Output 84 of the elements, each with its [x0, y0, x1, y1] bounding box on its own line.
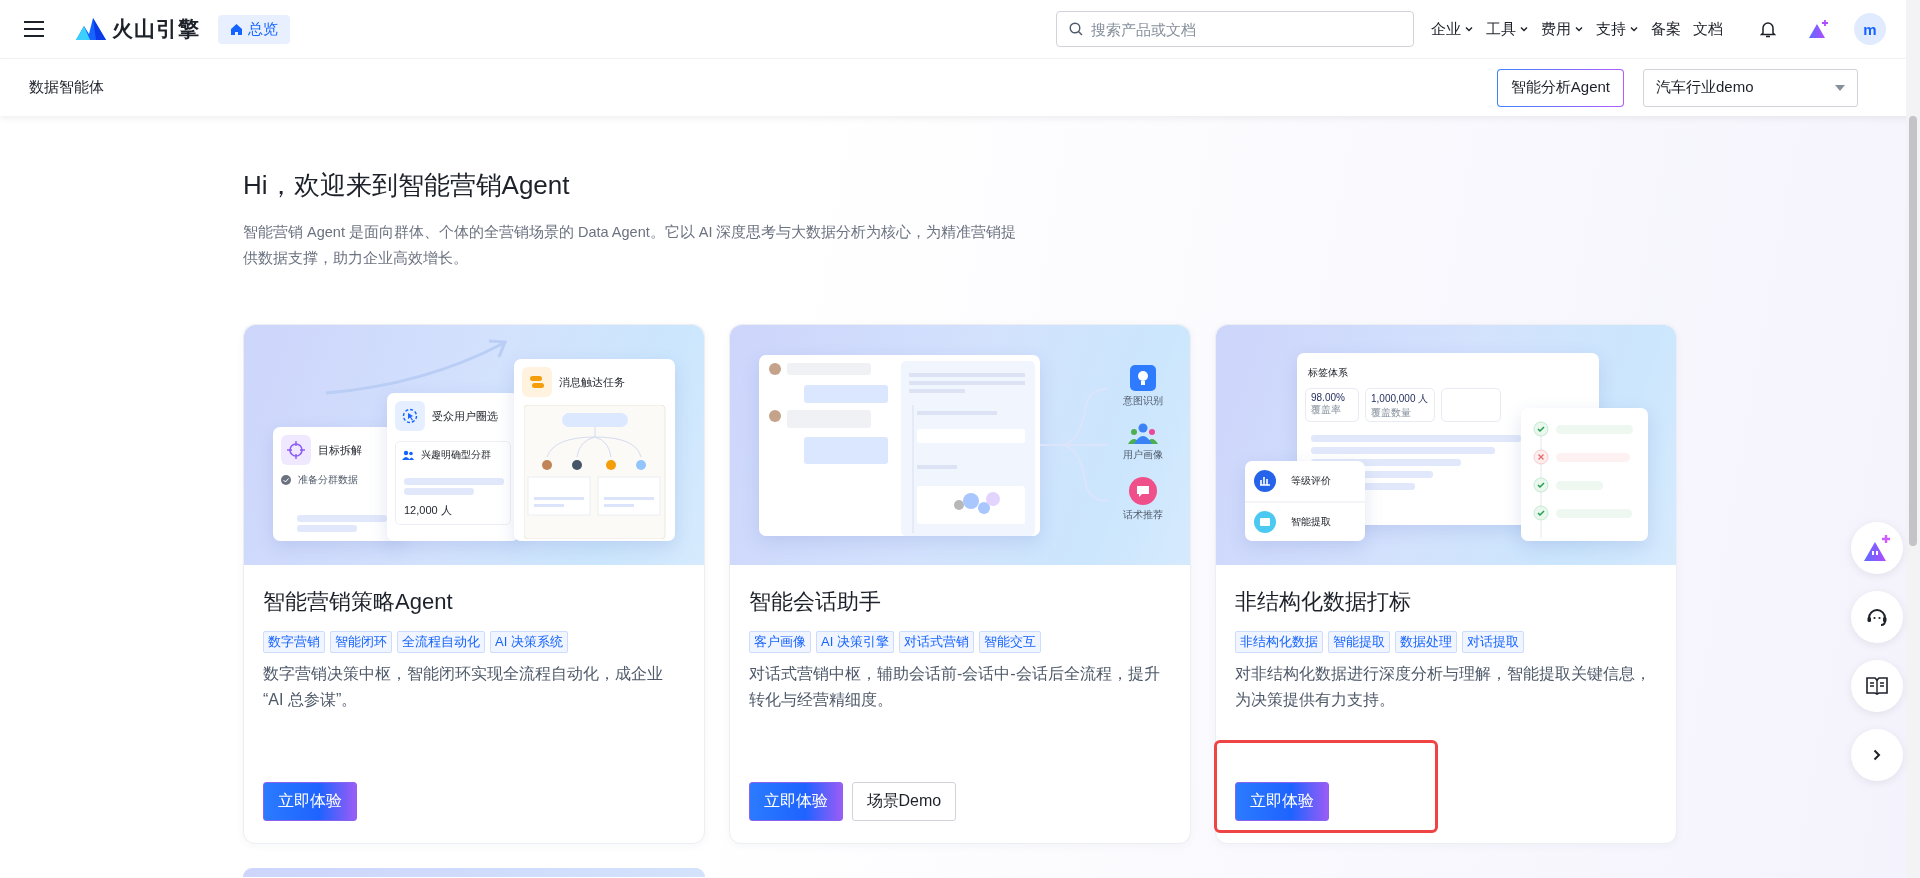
user-avatar[interactable]: m: [1854, 13, 1886, 45]
demo-button[interactable]: 场景Demo: [851, 781, 957, 821]
caret-icon: [1464, 24, 1474, 34]
card-title: 非结构化数据打标: [1235, 588, 1412, 616]
illustration-label: 兴趣明确型分群: [421, 448, 491, 462]
illustration-label: 1,000,000 人: [1371, 392, 1429, 406]
illustration-label: 用户画像: [1123, 448, 1163, 462]
menu-icon: [24, 21, 44, 37]
chevron-right-icon: [1873, 749, 1881, 761]
assistant-button[interactable]: [1851, 522, 1903, 574]
nav-menu-item[interactable]: 工具: [1481, 15, 1534, 43]
mountain-sparkle-icon: [1862, 534, 1892, 562]
tag: AI 决策系统: [490, 631, 568, 653]
caret-icon: [1629, 24, 1639, 34]
intro-text: 智能营销 Agent 是面向群体、个体的全营销场景的 Data Agent。它以 AI 深度思考与大数据分析为核心，为精准营销提供数据支撑，助力企业高效增长。: [243, 223, 1018, 268]
nav-menu-item[interactable]: 备案: [1646, 15, 1686, 43]
bar-chart-icon: [1254, 470, 1276, 492]
illustration-label: 覆盖率: [1311, 403, 1342, 417]
illustration-label: 标签体系: [1308, 366, 1349, 380]
placeholder-bar: [297, 525, 357, 532]
nav-menu-item[interactable]: 支持: [1591, 15, 1644, 43]
card-description: 对话式营销中枢，辅助会话前-会话中-会话后全流程，提升转化与经营精细度。: [749, 664, 1161, 710]
tag: 对话提取: [1462, 631, 1524, 653]
welcome-heading: Hi，欢迎来到智能营销Agent: [243, 169, 571, 202]
illustration-label: 消息触达任务: [559, 374, 625, 390]
mountain-logo-icon: [76, 18, 106, 40]
headset-icon: [1866, 606, 1888, 628]
dropdown-arrow-icon: [1835, 84, 1845, 91]
scrollbar-thumb[interactable]: [1909, 116, 1917, 546]
chat-bubble-icon: [1129, 477, 1157, 505]
tag: 智能闭环: [330, 631, 392, 653]
tag: AI 决策引擎: [816, 631, 894, 653]
tag: 客户画像: [749, 631, 811, 653]
target-icon: [287, 441, 305, 459]
logo-text: 火山引擎: [112, 16, 200, 42]
users-icon: [402, 450, 414, 460]
caret-icon: [1519, 24, 1529, 34]
search-icon: [1069, 22, 1083, 36]
illustration-label: 98.00%: [1311, 392, 1346, 403]
illustration-label: 准备分群数据: [298, 473, 358, 487]
tag: 智能提取: [1328, 631, 1390, 653]
users-icon: [1128, 423, 1158, 445]
card-title: 智能会话助手: [749, 588, 882, 616]
home-tab[interactable]: 总览: [218, 14, 290, 44]
mountain-sparkle-icon: [1808, 19, 1830, 39]
try-now-button[interactable]: 立即体验: [748, 781, 843, 821]
illustration-label: 覆盖数量: [1371, 406, 1412, 420]
tag: 数字营销: [263, 631, 325, 653]
illustration-label: 受众用户圈选: [432, 408, 498, 424]
search-field[interactable]: 搜索产品或文档: [1056, 11, 1414, 47]
nav-menu-item[interactable]: 企业: [1426, 15, 1479, 43]
card-title: 智能营销策略Agent: [263, 588, 454, 616]
support-button[interactable]: [1851, 591, 1903, 643]
tag: 智能交互: [978, 631, 1041, 653]
tag: 全流程自动化: [397, 631, 485, 653]
tag: 数据处理: [1395, 631, 1457, 653]
placeholder-bar: [404, 488, 474, 495]
try-now-button[interactable]: 立即体验: [1234, 781, 1329, 821]
try-now-button[interactable]: 立即体验: [262, 781, 357, 821]
bell-icon: [1760, 20, 1776, 38]
card-description: 对非结构化数据进行深度分析与理解，智能提取关键信息，为决策提供有力支持。: [1235, 664, 1652, 710]
agent-switch-button[interactable]: 智能分析Agent: [1496, 68, 1624, 107]
cursor-icon: [402, 408, 418, 424]
book-icon: [1866, 677, 1888, 695]
illustration-label: 意图识别: [1123, 394, 1163, 408]
illustration-label: 等级评价: [1291, 474, 1331, 488]
check-circle-icon: [281, 475, 291, 485]
card-description: 数字营销决策中枢，智能闭环实现全流程自动化，成企业 “AI 总参谋”。: [263, 664, 664, 710]
nav-menu-item[interactable]: 文档: [1688, 15, 1728, 43]
home-icon: [230, 22, 243, 36]
industry-select[interactable]: 汽车行业demo: [1643, 68, 1858, 107]
page-title: 数据智能体: [29, 78, 105, 97]
tag: 非结构化数据: [1235, 631, 1323, 653]
toggle-icon: [529, 375, 545, 389]
lightbulb-icon: [1130, 365, 1156, 391]
image-card-icon: [1254, 511, 1276, 533]
nav-menu-item[interactable]: 费用: [1536, 15, 1589, 43]
docs-button[interactable]: [1851, 660, 1903, 712]
illustration-label: 12,000 人: [404, 503, 452, 518]
tag: 对话式营销: [898, 631, 974, 653]
caret-icon: [1574, 24, 1584, 34]
illustration-label: 目标拆解: [318, 442, 362, 458]
illustration-label: 话术推荐: [1123, 508, 1163, 522]
illustration-label: 智能提取: [1291, 515, 1331, 529]
